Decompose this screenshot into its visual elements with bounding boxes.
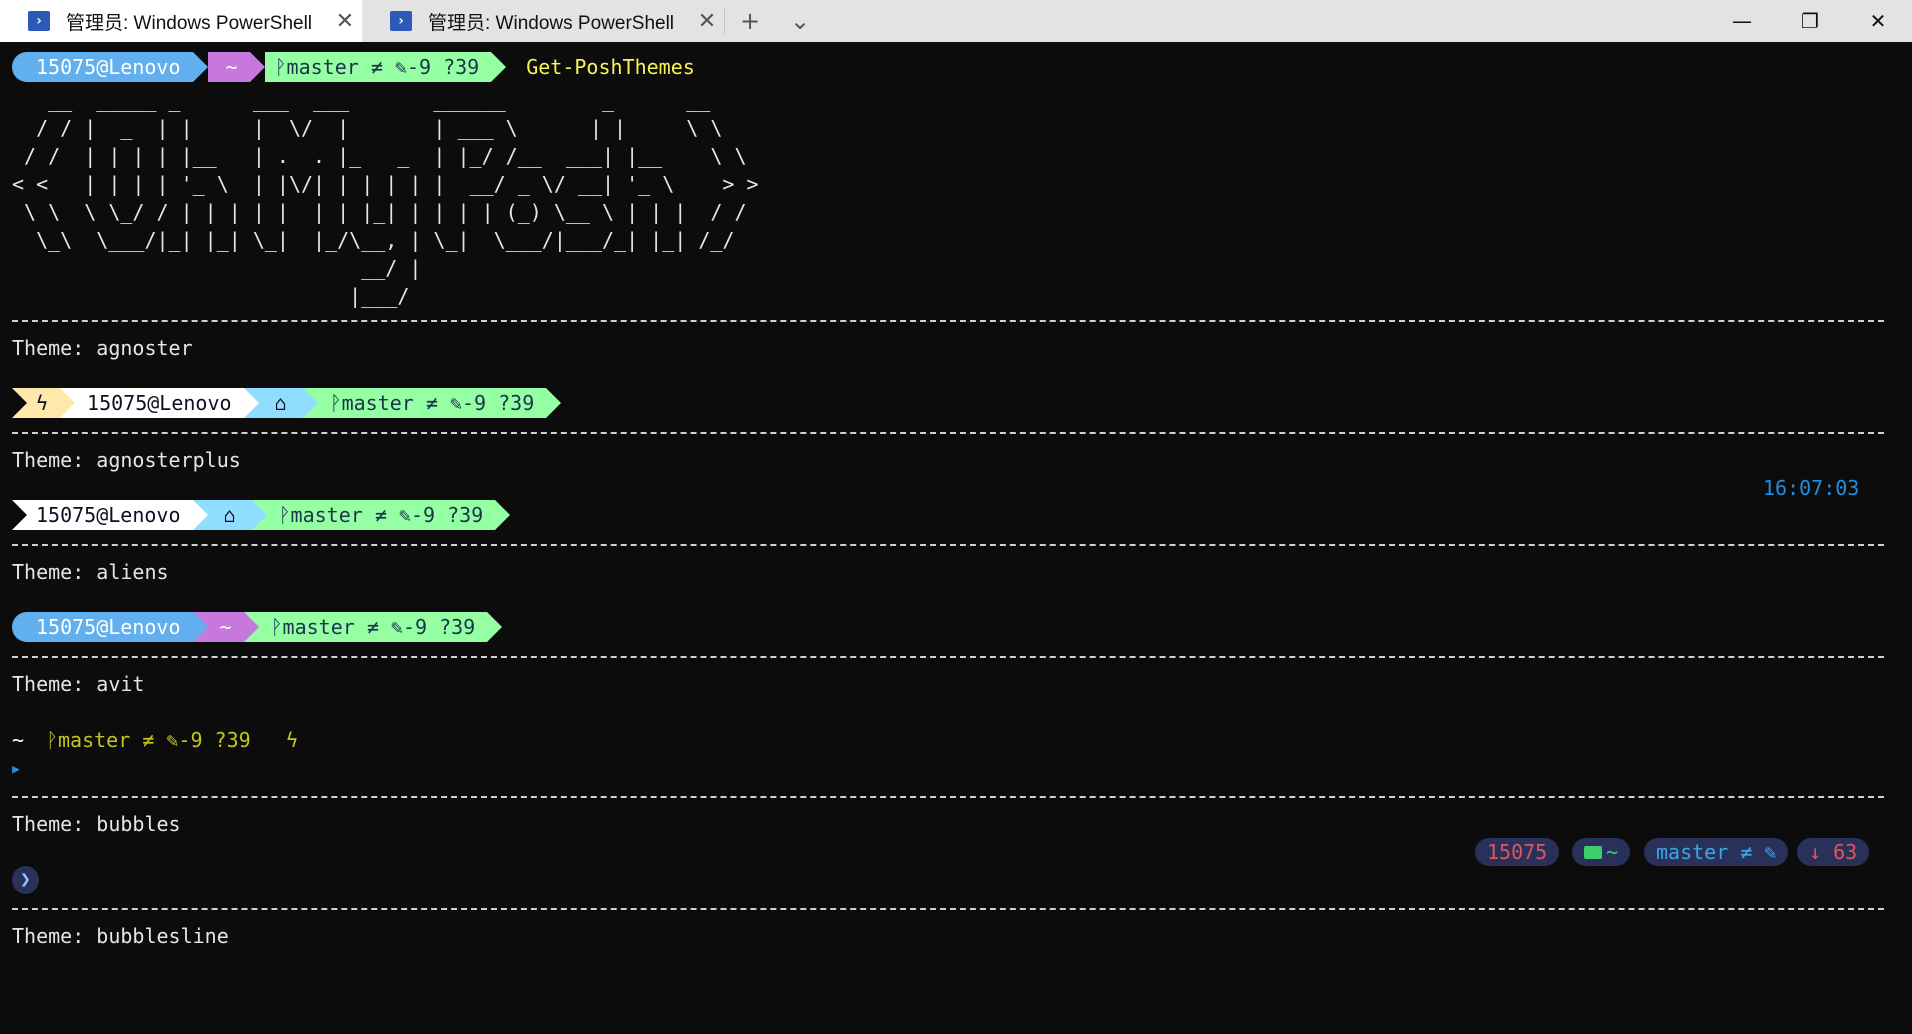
root-bolt-icon: ϟ <box>12 388 61 418</box>
aliens-prompt: 15075@Lenovo ~ ᚹmaster ≠ ✎-9 ?39 <box>12 612 503 642</box>
restore-button[interactable]: ❐ <box>1776 0 1844 42</box>
title-bar: › 管理员: Windows PowerShell ✕ › 管理员: Windo… <box>0 0 1912 42</box>
divider <box>12 908 1884 910</box>
command-text: Get-PoshThemes <box>526 55 695 79</box>
theme-label: Theme: aliens <box>12 560 169 584</box>
minimize-button[interactable]: — <box>1708 0 1776 42</box>
prompt-user-segment: 15075@Lenovo <box>12 612 193 642</box>
prompt-git-segment: ᚹmaster ≠ ✎-9 ?39 <box>264 52 492 82</box>
powershell-icon: › <box>390 11 412 31</box>
segment-separator <box>251 500 267 530</box>
prompt-user-segment: 15075@Lenovo <box>12 52 193 82</box>
tab-powershell-2[interactable]: › 管理员: Windows PowerShell ✕ <box>362 0 724 42</box>
home-icon: ⌂ <box>207 500 252 530</box>
theme-label: Theme: agnosterplus <box>12 448 241 472</box>
avit-path: ~ <box>12 728 25 752</box>
oh-my-posh-ascii-art: __ _____ _ ___ ___ ______ _ __ / / | _ |… <box>12 88 759 308</box>
theme-label: Theme: agnoster <box>12 336 193 360</box>
segment-separator <box>249 52 265 82</box>
prompt-path-segment: ~ <box>207 52 250 82</box>
prompt-user-segment: 15075@Lenovo <box>75 388 244 418</box>
segment-separator <box>243 612 259 642</box>
tab-label: 管理员: Windows PowerShell <box>428 12 675 34</box>
divider <box>12 656 1884 658</box>
segment-separator <box>192 500 208 530</box>
prompt-git-segment: ᚹmaster ≠ ✎-9 ?39 <box>317 388 547 418</box>
folder-icon <box>1584 845 1602 859</box>
segment-separator <box>192 52 208 82</box>
tab-close-icon[interactable]: ✕ <box>328 9 362 34</box>
divider <box>12 796 1884 798</box>
divider <box>12 432 1884 434</box>
agnoster-prompt: ϟ 15075@Lenovo ⌂ ᚹmaster ≠ ✎-9 ?39 <box>12 388 562 418</box>
bubble-git: master ≠ ✎ <box>1644 838 1789 866</box>
powershell-icon: › <box>28 11 50 31</box>
segment-separator <box>491 52 507 82</box>
bubble-path: ~ <box>1572 838 1631 866</box>
segment-separator <box>192 612 208 642</box>
bubble-user: 15075 <box>1475 838 1560 866</box>
bolt-icon: ϟ <box>286 728 299 752</box>
prompt-git-segment: ᚹmaster ≠ ✎-9 ?39 <box>266 500 496 530</box>
segment-separator <box>546 388 562 418</box>
prompt-git-segment: ᚹmaster ≠ ✎-9 ?39 <box>258 612 488 642</box>
tab-powershell-1[interactable]: › 管理员: Windows PowerShell ✕ <box>0 0 362 42</box>
terminal-output[interactable]: 15075@Lenovo ~ ᚹmaster ≠ ✎-9 ?39 Get-Pos… <box>0 42 1912 1034</box>
divider <box>12 544 1884 546</box>
theme-label: Theme: avit <box>12 672 145 696</box>
bubble-behind: ↓ 63 <box>1797 838 1870 866</box>
segment-separator <box>495 500 511 530</box>
agnosterplus-prompt: 15075@Lenovo ⌂ ᚹmaster ≠ ✎-9 ?39 <box>12 500 511 530</box>
home-icon: ⌂ <box>258 388 303 418</box>
prompt-user-segment: 15075@Lenovo <box>12 500 193 530</box>
theme-label: Theme: bubbles <box>12 812 181 836</box>
tab-label: 管理员: Windows PowerShell <box>66 12 313 34</box>
new-tab-button[interactable]: + <box>725 0 775 42</box>
avit-git-status: ᚹmaster ≠ ✎-9 ?39 <box>46 728 251 752</box>
divider <box>12 320 1884 322</box>
segment-separator <box>243 388 259 418</box>
tab-close-icon[interactable]: ✕ <box>690 9 724 34</box>
prompt-path-segment: ~ <box>207 612 244 642</box>
prompt-caret-icon: ▸ <box>10 756 23 780</box>
prompt-line: 15075@Lenovo ~ ᚹmaster ≠ ✎-9 ?39 Get-Pos… <box>12 52 695 82</box>
time-display: 16:07:03 <box>1763 476 1860 500</box>
close-button[interactable]: ✕ <box>1844 0 1912 42</box>
segment-separator <box>302 388 318 418</box>
segment-separator <box>60 388 76 418</box>
segment-separator <box>487 612 503 642</box>
chevron-down-icon[interactable]: ⌄ <box>775 0 825 42</box>
theme-label: Theme: bubblesline <box>12 924 229 948</box>
prompt-chevron-icon: ❯ <box>12 866 39 894</box>
